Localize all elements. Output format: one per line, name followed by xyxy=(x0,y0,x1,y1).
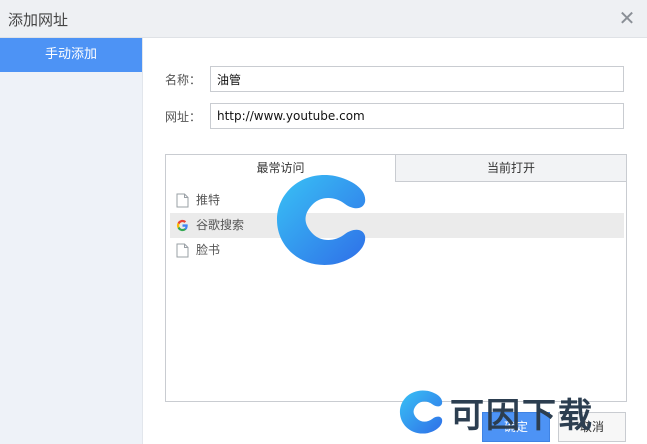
list-item-label: 谷歌搜索 xyxy=(196,218,245,232)
page-icon xyxy=(176,193,189,208)
google-icon xyxy=(176,219,188,232)
watermark-text: 可因下载 xyxy=(450,396,594,436)
name-row: 名称： xyxy=(165,66,625,92)
list-item-label: 推特 xyxy=(196,193,221,207)
tab-bar: 最常访问 当前打开 xyxy=(166,155,626,182)
sidebar: 手动添加 xyxy=(0,38,143,444)
list-item-google-search[interactable]: 谷歌搜索 xyxy=(170,213,624,238)
url-row: 网址： xyxy=(165,103,625,129)
url-input[interactable] xyxy=(210,103,624,129)
list-item-twitter[interactable]: 推特 xyxy=(170,188,624,213)
sidebar-item-manual-add[interactable]: 手动添加 xyxy=(0,38,142,72)
watermark-c-logo-icon xyxy=(277,175,366,265)
watermark-logo: 可因下载 xyxy=(398,384,638,440)
title-bar: 添加网址 ✕ xyxy=(0,0,647,38)
url-label: 网址： xyxy=(165,110,202,124)
window-title: 添加网址 xyxy=(8,11,69,29)
suggestions-panel: 最常访问 当前打开 推特 谷歌搜索 脸书 xyxy=(165,154,627,402)
name-label: 名称： xyxy=(165,73,202,87)
list-item-label: 脸书 xyxy=(196,243,221,257)
site-list: 推特 谷歌搜索 脸书 xyxy=(170,188,624,263)
list-item-facebook[interactable]: 脸书 xyxy=(170,238,624,263)
close-icon[interactable]: ✕ xyxy=(617,8,637,28)
name-input[interactable] xyxy=(210,66,624,92)
tab-currently-open[interactable]: 当前打开 xyxy=(396,155,626,182)
watermark-small-c-icon xyxy=(399,390,443,434)
page-icon xyxy=(176,243,189,258)
